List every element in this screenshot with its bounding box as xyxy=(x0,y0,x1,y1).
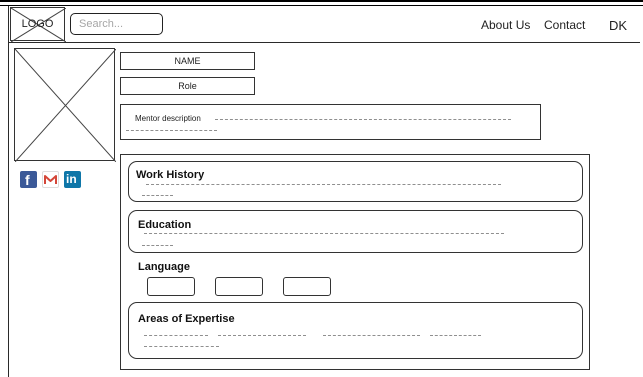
linkedin-icon[interactable]: in xyxy=(64,171,81,188)
top-border xyxy=(0,0,643,2)
placeholder-line xyxy=(215,119,511,120)
facebook-icon[interactable]: f xyxy=(20,171,37,188)
mentor-description-label: Mentor description xyxy=(135,114,201,123)
education-title: Education xyxy=(138,219,192,231)
areas-of-expertise-card[interactable]: Areas of Expertise xyxy=(128,302,583,359)
logo-placeholder[interactable]: LOGO xyxy=(10,7,66,42)
gmail-icon[interactable] xyxy=(42,171,59,188)
language-input-2[interactable] xyxy=(215,277,263,296)
placeholder-line xyxy=(146,184,501,185)
search-input[interactable] xyxy=(70,13,163,35)
placeholder-line xyxy=(144,346,219,347)
work-history-title: Work History xyxy=(136,169,205,181)
name-field[interactable]: NAME xyxy=(120,52,255,70)
page-left-border xyxy=(8,6,9,377)
language-input-1[interactable] xyxy=(147,277,195,296)
placeholder-line xyxy=(218,335,306,336)
placeholder-line xyxy=(323,335,420,336)
top-border-inner xyxy=(0,5,643,6)
work-history-card[interactable]: Work History xyxy=(128,161,583,202)
placeholder-line xyxy=(142,245,173,246)
nav-contact-link[interactable]: Contact xyxy=(544,18,585,32)
user-menu[interactable]: DK xyxy=(609,18,627,33)
language-input-3[interactable] xyxy=(283,277,331,296)
placeholder-line xyxy=(430,335,481,336)
profile-image-placeholder xyxy=(14,48,116,162)
placeholder-line xyxy=(142,195,173,196)
placeholder-line xyxy=(144,233,504,234)
education-card[interactable]: Education xyxy=(128,210,583,253)
mentor-description-box[interactable]: Mentor description xyxy=(120,104,541,140)
header-divider xyxy=(8,42,640,43)
language-title: Language xyxy=(138,261,190,273)
placeholder-line xyxy=(126,130,217,131)
role-field[interactable]: Role xyxy=(120,77,255,95)
areas-of-expertise-title: Areas of Expertise xyxy=(138,313,235,325)
logo-label: LOGO xyxy=(21,18,54,30)
image-placeholder-cross xyxy=(15,49,116,162)
placeholder-line xyxy=(144,335,208,336)
nav-about-us-link[interactable]: About Us xyxy=(481,18,530,32)
